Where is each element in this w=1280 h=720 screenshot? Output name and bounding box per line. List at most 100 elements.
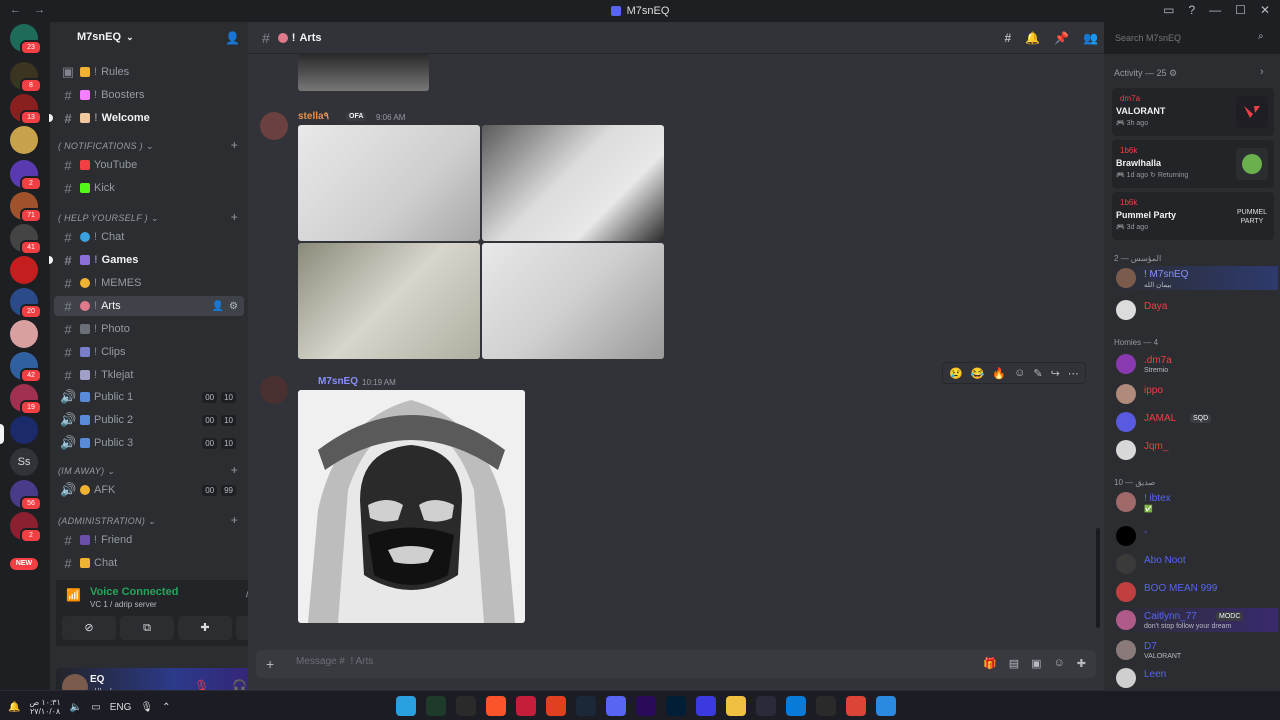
channel-chat[interactable]: # ! Chat bbox=[54, 227, 244, 247]
member-item[interactable]: Jqm_ bbox=[1112, 438, 1278, 462]
upload-plus-icon[interactable]: + bbox=[266, 656, 274, 672]
volume-icon[interactable]: 🔈 bbox=[70, 702, 82, 713]
activities-button[interactable]: ✚ bbox=[178, 616, 232, 640]
channel-friend[interactable]: # ! Friend bbox=[54, 530, 244, 550]
xbox-icon[interactable] bbox=[456, 696, 476, 716]
invite-people-icon[interactable]: 👤 bbox=[225, 31, 240, 45]
member-item[interactable]: .dm7a Stremio bbox=[1112, 352, 1278, 376]
forward-icon[interactable]: → bbox=[34, 4, 45, 16]
channel-clips[interactable]: # ! Clips bbox=[54, 342, 244, 362]
brave-icon[interactable] bbox=[486, 696, 506, 716]
clock[interactable]: ١٠:٣١ ص ٢٧/١٠/٠٨ bbox=[29, 698, 60, 716]
message-author[interactable]: M7snEQ bbox=[318, 376, 358, 387]
chevron-up-icon[interactable]: ⌃ bbox=[162, 702, 170, 713]
voice-channel-public-1[interactable]: 🔊 Public 1 00 10 bbox=[54, 387, 244, 407]
message-input[interactable] bbox=[296, 656, 896, 667]
gif-icon[interactable]: ▤ bbox=[1009, 657, 1019, 670]
maximize-button[interactable]: ☐ bbox=[1235, 3, 1246, 17]
server-icon[interactable] bbox=[10, 320, 38, 348]
signal-icon[interactable]: 📶 bbox=[66, 588, 81, 602]
member-item[interactable]: - bbox=[1112, 524, 1278, 548]
search-input[interactable] bbox=[1108, 29, 1274, 47]
store-icon[interactable] bbox=[756, 696, 776, 716]
server-icon[interactable]: 2 bbox=[10, 160, 42, 191]
activity-card[interactable]: 1b6k Brawlhalla 🎮 1d ago ↻ Returning bbox=[1112, 140, 1274, 188]
bell-icon[interactable]: 🔔 bbox=[1025, 31, 1040, 45]
minimize-button[interactable]: — bbox=[1209, 3, 1221, 17]
voice-channel-public-2[interactable]: 🔊 Public 2 00 10 bbox=[54, 410, 244, 430]
add-reaction-icon[interactable]: ☺ bbox=[1014, 367, 1025, 379]
server-icon-active[interactable] bbox=[10, 416, 38, 444]
server-icon[interactable]: 19 bbox=[10, 384, 42, 415]
server-icon[interactable]: 56 bbox=[10, 480, 42, 511]
server-header[interactable]: M7snEQ ⌄ 👤 bbox=[50, 22, 248, 54]
discord-icon[interactable] bbox=[606, 696, 626, 716]
channel-tklejat[interactable]: # ! Tklejat bbox=[54, 365, 244, 385]
voice-channel-public-3[interactable]: 🔊 Public 3 00 10 bbox=[54, 433, 244, 453]
app-icon[interactable] bbox=[816, 696, 836, 716]
member-item[interactable]: Caitlynn_77 MODC don't stop follow your … bbox=[1112, 608, 1278, 632]
gift-icon[interactable]: 🎁 bbox=[983, 657, 997, 670]
server-icon[interactable]: 13 bbox=[10, 94, 42, 125]
message-author[interactable]: stella٩ bbox=[298, 111, 329, 122]
avatar[interactable] bbox=[260, 376, 288, 404]
server-icon[interactable]: 20 bbox=[10, 288, 42, 319]
member-item[interactable]: BOO MEAN 999 bbox=[1112, 580, 1278, 604]
notification-icon[interactable]: 🔔 bbox=[8, 702, 20, 713]
add-channel-icon[interactable]: + bbox=[231, 210, 238, 224]
screen-share-button[interactable]: ⧉ bbox=[120, 616, 174, 640]
emoji-icon[interactable]: ☺ bbox=[1054, 657, 1065, 670]
channel-kick[interactable]: # Kick bbox=[54, 178, 244, 198]
channel-rules[interactable]: ▣ ! Rules bbox=[54, 62, 244, 82]
member-item[interactable]: JAMAL SQD bbox=[1112, 410, 1278, 434]
channel-arts[interactable]: # ! Arts 👤 ⚙ bbox=[54, 296, 244, 316]
voice-channel-info[interactable]: VC 1 / adrip server bbox=[90, 600, 157, 609]
reaction-icon[interactable]: 😂 bbox=[971, 367, 985, 380]
reaction-icon[interactable]: 😢 bbox=[949, 367, 963, 380]
avatar[interactable] bbox=[260, 112, 288, 140]
sticker-icon[interactable]: ▣ bbox=[1031, 657, 1041, 670]
add-channel-icon[interactable]: + bbox=[231, 513, 238, 527]
activity-card[interactable]: 1b6k Pummel Party 🎮 3d ago PUMMEL PARTY bbox=[1112, 192, 1274, 240]
channel-admin-chat[interactable]: # Chat bbox=[54, 553, 244, 573]
server-icon[interactable]: 71 bbox=[10, 192, 42, 223]
channel-games[interactable]: # ! Games bbox=[49, 250, 244, 270]
category-help-yourself[interactable]: ( HELP YOURSELF ) ⌄ + bbox=[58, 210, 244, 224]
channel-boosters[interactable]: # ! Boosters bbox=[54, 85, 244, 105]
close-button[interactable]: ✕ bbox=[1260, 3, 1270, 17]
member-item[interactable]: ippo bbox=[1112, 382, 1278, 406]
member-item[interactable]: ! M7snEQ بيمان الله bbox=[1112, 266, 1278, 290]
language-indicator[interactable]: ENG bbox=[110, 702, 132, 713]
inbox-icon[interactable]: ▭ bbox=[1163, 3, 1174, 17]
server-icon[interactable] bbox=[10, 126, 38, 154]
back-icon[interactable]: ← bbox=[10, 4, 21, 16]
attachment-image[interactable] bbox=[482, 125, 664, 241]
chevron-right-icon[interactable]: › bbox=[1260, 66, 1264, 78]
server-icon[interactable] bbox=[10, 256, 38, 284]
attachment-image[interactable] bbox=[298, 390, 525, 623]
reaction-icon[interactable]: 🔥 bbox=[992, 367, 1006, 380]
telegram-icon[interactable] bbox=[396, 696, 416, 716]
username[interactable]: EQ bbox=[90, 674, 104, 685]
member-item[interactable]: Leen bbox=[1112, 666, 1278, 690]
category-notifications[interactable]: ( NOTIFICATIONS ) ⌄ + bbox=[58, 138, 244, 152]
chrome-icon[interactable] bbox=[846, 696, 866, 716]
attachment-image[interactable] bbox=[298, 243, 480, 359]
server-icon[interactable]: 41 bbox=[10, 224, 42, 255]
server-icon[interactable]: 42 bbox=[10, 352, 42, 383]
invite-icon[interactable]: 👤 bbox=[212, 301, 224, 312]
category-im-away[interactable]: (IM AWAY) ⌄ + bbox=[58, 463, 244, 477]
windows-icon[interactable] bbox=[876, 696, 896, 716]
activity-header[interactable]: Activity — 25 ⚙ › bbox=[1114, 66, 1264, 79]
channel-welcome[interactable]: # ! Welcome bbox=[49, 108, 244, 128]
activity-card[interactable]: dm7a VALORANT 🎮 3h ago bbox=[1112, 88, 1274, 136]
edge-icon[interactable] bbox=[786, 696, 806, 716]
app-icon[interactable] bbox=[426, 696, 446, 716]
microphone-icon[interactable]: 🎙 bbox=[140, 702, 153, 713]
category-administration[interactable]: (ADMINISTRATION) ⌄ + bbox=[58, 513, 244, 527]
voice-status[interactable]: Voice Connected bbox=[90, 586, 178, 598]
apps-icon[interactable]: ✚ bbox=[1077, 657, 1086, 670]
help-icon[interactable]: ? bbox=[1188, 3, 1195, 17]
camera-button[interactable]: ⊘ bbox=[62, 616, 116, 640]
forward-icon[interactable]: ↪ bbox=[1051, 367, 1060, 380]
